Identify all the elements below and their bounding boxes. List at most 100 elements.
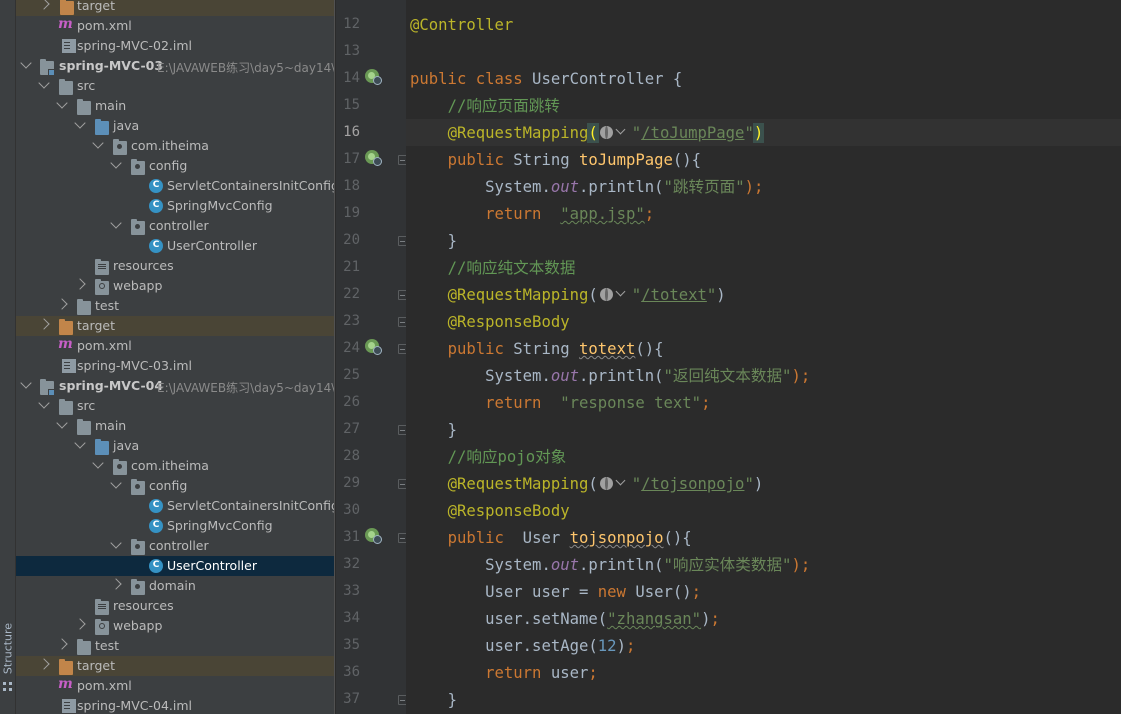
tree-label: spring-MVC-02.iml <box>77 38 193 53</box>
tree-node-module-04[interactable]: spring-MVC-04 E:\JAVAWEB练习\day5~day14\ <box>16 376 334 396</box>
code-line-22: @RequestMapping("/totext") <box>447 286 726 304</box>
tree-node-test[interactable]: test <box>16 636 334 656</box>
class-icon: C <box>149 519 163 533</box>
tree-node-resources[interactable]: resources <box>16 596 334 616</box>
tree-label: webapp <box>113 278 163 293</box>
line-number: 12 <box>343 16 360 32</box>
line-number: 22 <box>343 286 360 302</box>
maven-icon: m <box>58 676 73 692</box>
line-number: 24 <box>343 340 360 356</box>
code-line-35: user.setAge(12); <box>485 637 636 655</box>
line-number: 14 <box>343 70 360 86</box>
collapse-arrow-icon[interactable] <box>20 377 32 389</box>
tree-node-main[interactable]: main <box>16 96 334 116</box>
tree-node-pom[interactable]: m pom.xml <box>16 336 334 356</box>
expand-arrow-icon[interactable] <box>38 658 50 670</box>
tree-node-resources[interactable]: resources <box>16 256 334 276</box>
collapse-arrow-icon[interactable] <box>110 537 122 549</box>
folder-icon <box>59 79 73 95</box>
line-number: 33 <box>343 583 360 599</box>
collapse-arrow-icon[interactable] <box>110 217 122 229</box>
tree-node-iml[interactable]: spring-MVC-02.iml <box>16 36 334 56</box>
line-number: 37 <box>343 691 360 707</box>
tree-label: java <box>113 118 140 133</box>
collapse-arrow-icon[interactable] <box>110 477 122 489</box>
spring-mapping-icon[interactable] <box>365 338 383 356</box>
tree-node-package[interactable]: com.itheima <box>16 136 334 156</box>
code-line-23: @ResponseBody <box>447 313 570 331</box>
tree-node-src[interactable]: src <box>16 76 334 96</box>
tree-node-class[interactable]: C SpringMvcConfig <box>16 196 334 216</box>
tree-node-pom[interactable]: m pom.xml <box>16 16 334 36</box>
source-folder-icon <box>95 119 109 135</box>
package-icon <box>113 459 127 475</box>
tree-node-java[interactable]: java <box>16 436 334 456</box>
tree-node-class[interactable]: C SpringMvcConfig <box>16 516 334 536</box>
line-number: 23 <box>343 313 360 329</box>
expand-arrow-icon[interactable] <box>74 618 86 630</box>
tree-node-target[interactable]: target <box>16 656 334 676</box>
structure-tab[interactable]: Structure <box>0 620 16 680</box>
tree-node-iml[interactable]: spring-MVC-03.iml <box>16 356 334 376</box>
url-globe-icon[interactable] <box>598 124 632 140</box>
line-number: 25 <box>343 367 360 383</box>
tree-node-config[interactable]: config <box>16 476 334 496</box>
expand-arrow-icon[interactable] <box>38 318 50 330</box>
tree-node-controller[interactable]: controller <box>16 216 334 236</box>
collapse-arrow-icon[interactable] <box>38 77 50 89</box>
tree-node-src[interactable]: src <box>16 396 334 416</box>
tree-node-domain[interactable]: domain <box>16 576 334 596</box>
tree-node-target[interactable]: target <box>16 316 334 336</box>
collapse-arrow-icon[interactable] <box>92 457 104 469</box>
expand-arrow-icon[interactable] <box>56 638 68 650</box>
expand-arrow-icon[interactable] <box>38 0 50 10</box>
collapse-arrow-icon[interactable] <box>92 137 104 149</box>
structure-icon[interactable] <box>3 682 13 692</box>
url-globe-icon[interactable] <box>598 475 632 491</box>
tree-node-class[interactable]: C UserController <box>16 236 334 256</box>
tree-label: UserController <box>167 238 257 253</box>
package-icon <box>131 539 145 555</box>
tree-node-test[interactable]: test <box>16 296 334 316</box>
spring-mapping-icon[interactable] <box>365 527 383 545</box>
collapse-arrow-icon[interactable] <box>74 117 86 129</box>
spring-bean-icon[interactable] <box>365 68 383 86</box>
tree-node-main[interactable]: main <box>16 416 334 436</box>
tree-label: target <box>77 658 116 673</box>
tree-node-iml[interactable]: spring-MVC-04.iml <box>16 696 334 714</box>
collapse-arrow-icon[interactable] <box>38 397 50 409</box>
iml-file-icon <box>62 39 76 53</box>
code-editor[interactable]: @Controller public class UserController … <box>406 0 1121 714</box>
tree-node-webapp[interactable]: webapp <box>16 616 334 636</box>
collapse-arrow-icon[interactable] <box>56 97 68 109</box>
collapse-arrow-icon[interactable] <box>56 417 68 429</box>
package-icon <box>131 219 145 235</box>
tree-node-target[interactable]: target <box>16 0 334 16</box>
tree-node-webapp[interactable]: webapp <box>16 276 334 296</box>
tree-node-class[interactable]: C ServletContainersInitConfig <box>16 496 334 516</box>
expand-arrow-icon[interactable] <box>56 298 68 310</box>
tree-node-controller[interactable]: controller <box>16 536 334 556</box>
tree-node-config[interactable]: config <box>16 156 334 176</box>
collapse-arrow-icon[interactable] <box>110 157 122 169</box>
tree-node-class[interactable]: C ServletContainersInitConfig <box>16 176 334 196</box>
tree-node-class-selected[interactable]: C UserController <box>16 556 334 576</box>
expand-arrow-icon[interactable] <box>110 578 122 590</box>
code-line-36: return user; <box>485 664 598 682</box>
tree-label: target <box>77 0 116 13</box>
spring-mapping-icon[interactable] <box>365 149 383 167</box>
maven-icon: m <box>58 16 73 32</box>
collapse-arrow-icon[interactable] <box>74 437 86 449</box>
url-globe-icon[interactable] <box>598 286 632 302</box>
tree-node-java[interactable]: java <box>16 116 334 136</box>
line-number: 18 <box>343 178 360 194</box>
tree-node-package[interactable]: com.itheima <box>16 456 334 476</box>
class-icon: C <box>149 559 163 573</box>
tree-node-module-03[interactable]: spring-MVC-03 E:\JAVAWEB练习\day5~day14\ <box>16 56 334 76</box>
code-line-30: @ResponseBody <box>447 502 570 520</box>
tree-node-pom[interactable]: m pom.xml <box>16 676 334 696</box>
code-line-37: } <box>447 691 457 709</box>
expand-arrow-icon[interactable] <box>74 278 86 290</box>
module-path: E:\JAVAWEB练习\day5~day14\ <box>157 61 334 75</box>
collapse-arrow-icon[interactable] <box>20 57 32 69</box>
